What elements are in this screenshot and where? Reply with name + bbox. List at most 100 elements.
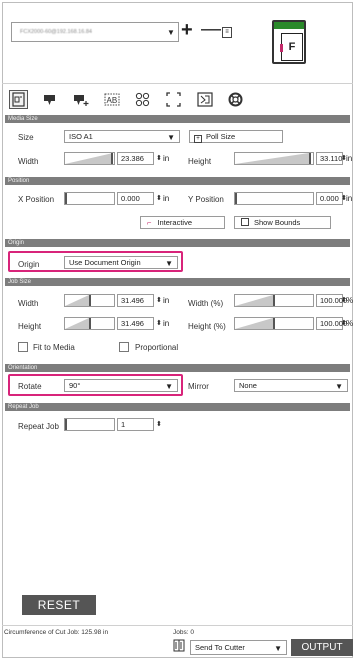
divider	[2, 625, 353, 626]
job-width-input[interactable]: 31.496	[117, 294, 154, 307]
job-size-header: Job Size	[5, 278, 350, 286]
job-height-slider[interactable]	[64, 317, 115, 330]
repeat-job-header: Repeat Job	[5, 403, 350, 411]
spinner-icon[interactable]: ⬍	[156, 317, 162, 330]
slider-thumb[interactable]	[111, 153, 113, 164]
job-width-pct-input[interactable]: 100.000	[316, 294, 347, 307]
x-position-unit: in	[163, 194, 170, 203]
svg-text:AB: AB	[106, 96, 117, 105]
corners-icon[interactable]	[165, 91, 182, 108]
repeat-job-slider[interactable]	[64, 418, 115, 431]
origin-select[interactable]: Use Document Origin ▼	[64, 256, 178, 269]
device-select[interactable]: FCX2000-60@192.168.16.84 ▼	[11, 22, 179, 42]
repeat-job-label: Repeat Job	[18, 422, 59, 431]
slider-thumb[interactable]	[89, 318, 91, 329]
job-width-pct-slider[interactable]	[234, 294, 314, 307]
media-height-slider[interactable]	[234, 152, 314, 165]
proportional-label: Proportional	[135, 343, 179, 352]
repeat-job-input[interactable]: 1	[117, 418, 154, 431]
document-icon[interactable]	[9, 89, 28, 109]
x-position-input[interactable]: 0.000	[117, 192, 154, 205]
slider-thumb[interactable]	[309, 153, 311, 164]
orientation-header: Orientation	[5, 364, 350, 372]
jobs-count-text: Jobs: 0	[173, 629, 194, 636]
poll-size-icon: +	[194, 135, 202, 143]
rotate-select[interactable]: 90° ▼	[64, 379, 178, 392]
spinner-icon[interactable]: ⬍	[156, 294, 162, 307]
media-size-header: Media Size	[5, 115, 350, 123]
media-width-slider[interactable]	[64, 152, 115, 165]
slider-thumb[interactable]	[273, 318, 275, 329]
y-position-input[interactable]: 0.000	[316, 192, 343, 205]
fit-to-media-checkbox[interactable]	[18, 342, 28, 352]
poll-size-label: Poll Size	[206, 132, 236, 141]
slider-thumb[interactable]	[65, 419, 67, 430]
slider-thumb[interactable]	[89, 295, 91, 306]
circles-icon[interactable]	[134, 91, 151, 108]
chevron-down-icon: ▼	[335, 382, 343, 391]
x-position-slider[interactable]	[64, 192, 115, 205]
mirror-label: Mirror	[188, 382, 209, 391]
size-value: ISO A1	[69, 132, 93, 141]
text-box-icon[interactable]: AB	[103, 91, 120, 108]
job-width-pct-unit: %	[346, 296, 354, 305]
show-bounds-button[interactable]: Show Bounds	[234, 216, 331, 229]
job-width-pct-label: Width (%)	[188, 299, 224, 308]
x-position-label: X Position	[18, 195, 55, 204]
remove-device-button[interactable]: —	[201, 19, 221, 39]
spinner-icon[interactable]: ⬍	[156, 152, 162, 165]
destination-select[interactable]: Send To Cutter ▼	[190, 640, 287, 655]
show-bounds-label: Show Bounds	[254, 218, 301, 227]
job-width-unit: in	[163, 296, 170, 305]
job-height-pct-slider[interactable]	[234, 317, 314, 330]
interactive-button[interactable]: ⌐ Interactive	[140, 216, 225, 229]
size-label: Size	[18, 133, 34, 142]
rotate-value: 90°	[69, 381, 81, 390]
mirror-value: None	[239, 381, 257, 390]
media-width-input[interactable]: 23.386	[117, 152, 154, 165]
chevron-down-icon: ▼	[167, 27, 175, 37]
cutter-icon[interactable]	[41, 91, 58, 108]
cutter-bar	[274, 22, 304, 29]
slider-thumb[interactable]	[235, 193, 237, 204]
slider-thumb[interactable]	[65, 193, 67, 204]
reset-button[interactable]: RESET	[22, 595, 96, 615]
destination-value: Send To Cutter	[195, 643, 245, 652]
y-position-slider[interactable]	[234, 192, 314, 205]
media-height-unit: in	[346, 154, 353, 163]
spinner-icon[interactable]: ⬍	[156, 418, 162, 431]
size-select[interactable]: ISO A1 ▼	[64, 130, 180, 143]
output-button[interactable]: OUTPUT	[291, 639, 353, 656]
show-bounds-icon	[241, 218, 249, 226]
job-width-label: Width	[18, 299, 39, 308]
divider	[2, 83, 353, 84]
origin-label: Origin	[18, 260, 40, 269]
book-icon[interactable]	[173, 639, 186, 653]
media-height-label: Height	[188, 157, 212, 166]
origin-value: Use Document Origin	[69, 258, 141, 267]
lifebuoy-icon[interactable]	[227, 91, 244, 108]
registration-icon[interactable]	[196, 91, 213, 108]
chevron-down-icon: ▼	[165, 259, 173, 268]
job-height-pct-label: Height (%)	[188, 322, 226, 331]
cutter-page: F	[280, 33, 303, 61]
spinner-icon[interactable]: ⬍	[156, 192, 162, 205]
job-width-slider[interactable]	[64, 294, 115, 307]
poll-size-button[interactable]: + Poll Size	[189, 130, 283, 143]
mirror-select[interactable]: None ▼	[234, 379, 348, 392]
interactive-icon: ⌐	[147, 218, 152, 227]
media-height-input[interactable]: 33.110	[316, 152, 343, 165]
device-connection-text: FCX2000-60@192.168.16.84	[20, 29, 92, 35]
add-device-button[interactable]: +	[181, 20, 193, 40]
cutter-plus-icon[interactable]	[72, 91, 89, 108]
proportional-checkbox[interactable]	[119, 342, 129, 352]
rotate-label: Rotate	[18, 382, 42, 391]
y-position-unit: in	[346, 194, 353, 203]
job-height-input[interactable]: 31.496	[117, 317, 154, 330]
media-width-label: Width	[18, 157, 39, 166]
device-properties-icon[interactable]: ≡	[222, 27, 232, 38]
media-width-unit: in	[163, 154, 170, 163]
job-height-pct-input[interactable]: 100.000	[316, 317, 347, 330]
y-position-label: Y Position	[188, 195, 224, 204]
slider-thumb[interactable]	[273, 295, 275, 306]
